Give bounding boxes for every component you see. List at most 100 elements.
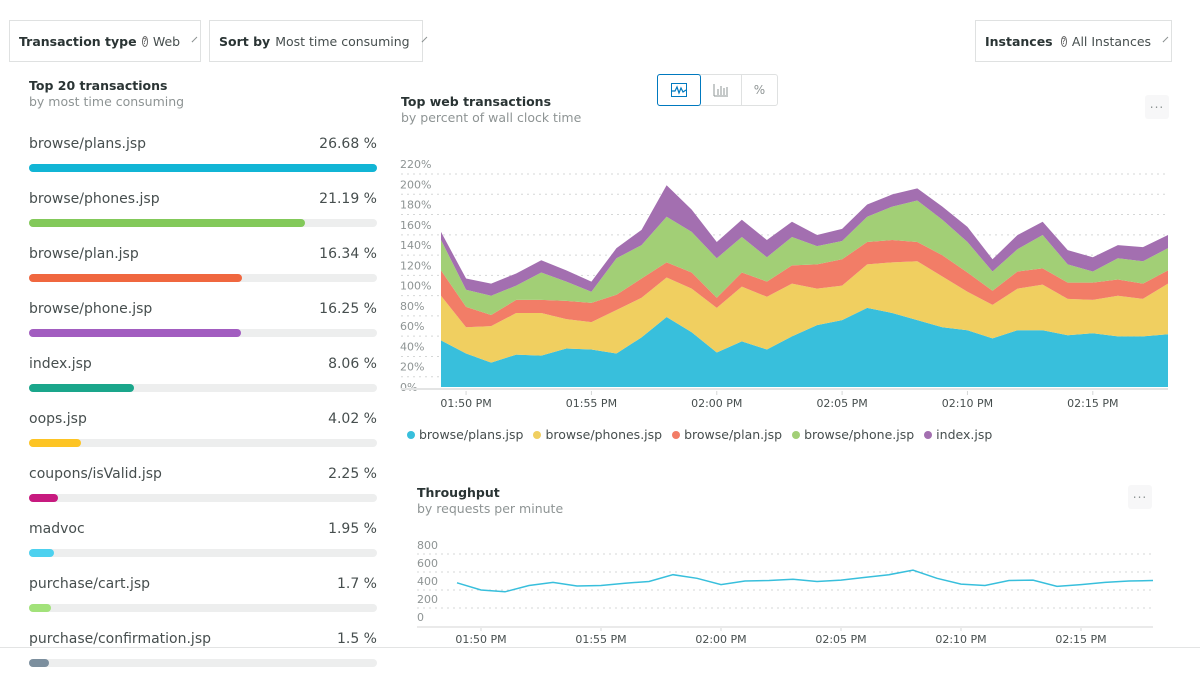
legend-dot-icon (672, 430, 681, 439)
chevron-down-icon (191, 36, 198, 42)
legend-item[interactable]: browse/phone.jsp (792, 427, 914, 442)
transaction-name[interactable]: coupons/isValid.jsp (29, 466, 162, 482)
throughput-line[interactable] (456, 569, 1154, 593)
transaction-percent: 1.5 % (336, 631, 377, 647)
sort-by-dropdown[interactable]: Sort by Most time consuming (209, 20, 427, 62)
transaction-row[interactable]: purchase/cart.jsp 1.7 % (29, 576, 377, 631)
transaction-bar-fill (29, 274, 243, 282)
y-tick-label: 800 (417, 539, 438, 552)
transaction-bar-track (29, 439, 377, 447)
transaction-bar-fill (29, 549, 55, 557)
transaction-name[interactable]: purchase/cart.jsp (29, 576, 150, 592)
transaction-name[interactable]: madvoc (29, 521, 85, 537)
transaction-percent: 8.06 % (328, 356, 377, 372)
bar-chart-icon (713, 84, 728, 97)
legend-item[interactable]: index.jsp (924, 427, 992, 442)
top-transactions-subtitle: by most time consuming (29, 94, 185, 109)
transaction-row[interactable]: coupons/isValid.jsp 2.25 % (29, 466, 377, 521)
legend-label: browse/plans.jsp (419, 427, 524, 442)
instances-value: All Instances (1071, 33, 1152, 49)
chart-view-toggle: % (657, 74, 778, 106)
transaction-row[interactable]: purchase/confirmation.jsp 1.5 % (29, 631, 377, 686)
y-tick-label: 180% (400, 199, 431, 212)
y-tick-label: 600 (417, 557, 438, 570)
transaction-name[interactable]: browse/plan.jsp (29, 246, 139, 262)
transaction-percent: 2.25 % (328, 466, 377, 482)
legend-item[interactable]: browse/phones.jsp (533, 427, 662, 442)
instances-dropdown[interactable]: Instances ? All Instances (975, 20, 1172, 62)
legend-label: browse/phone.jsp (804, 427, 915, 442)
transaction-bar-fill (29, 604, 52, 612)
transaction-name[interactable]: browse/phones.jsp (29, 191, 160, 207)
transaction-bar-track (29, 329, 377, 337)
chevron-down-icon (421, 36, 427, 42)
transaction-name[interactable]: index.jsp (29, 356, 92, 372)
y-tick-label: 40% (400, 340, 424, 353)
x-tick-label: 01:55 PM (575, 633, 626, 646)
sort-by-label: Sort by (219, 33, 271, 49)
bar-chart-view-button[interactable] (700, 75, 742, 105)
top-web-transactions-title: Top web transactions (401, 94, 552, 109)
transaction-name[interactable]: purchase/confirmation.jsp (29, 631, 211, 647)
transaction-row[interactable]: index.jsp 8.06 % (29, 356, 377, 411)
question-circle-icon[interactable]: ? (1060, 35, 1067, 47)
transaction-type-dropdown[interactable]: Transaction type ? Web (9, 20, 201, 62)
transaction-name[interactable]: oops.jsp (29, 411, 87, 427)
transaction-row[interactable]: browse/plans.jsp 26.68 % (29, 136, 377, 191)
y-tick-label: 0% (400, 381, 417, 394)
legend-item[interactable]: browse/plan.jsp (672, 427, 782, 442)
transaction-row[interactable]: browse/phones.jsp 21.19 % (29, 191, 377, 246)
divider (0, 647, 1200, 648)
legend-label: index.jsp (936, 427, 993, 442)
instances-label: Instances (985, 33, 1053, 49)
transaction-bar-track (29, 604, 377, 612)
y-tick-label: 100% (400, 280, 431, 293)
area-chart-icon (671, 83, 687, 97)
legend-dot-icon (792, 430, 801, 439)
transaction-percent: 26.68 % (319, 136, 377, 152)
question-circle-icon[interactable]: ? (141, 35, 148, 47)
transaction-type-label: Transaction type (19, 33, 137, 49)
top-web-transactions-subtitle: by percent of wall clock time (401, 110, 582, 125)
throughput-more-button[interactable]: ... (1128, 485, 1152, 509)
transaction-row[interactable]: madvoc 1.95 % (29, 521, 377, 576)
x-tick-label: 02:05 PM (815, 633, 866, 646)
y-tick-label: 120% (400, 259, 431, 272)
x-tick-label: 02:10 PM (935, 633, 986, 646)
transaction-percent: 16.34 % (319, 246, 377, 262)
transaction-bar-fill (29, 384, 135, 392)
transaction-row[interactable]: browse/phone.jsp 16.25 % (29, 301, 377, 356)
legend-dot-icon (407, 430, 415, 439)
transaction-row[interactable]: oops.jsp 4.02 % (29, 411, 377, 466)
transaction-bar-fill (29, 439, 82, 447)
top-transactions-panel: Top 20 transactions by most time consumi… (29, 78, 377, 667)
y-tick-label: 200% (400, 178, 431, 191)
x-tick-label: 02:10 PM (942, 397, 993, 410)
y-tick-label: 80% (400, 300, 424, 313)
x-tick-label: 02:00 PM (695, 633, 746, 646)
throughput-subtitle: by requests per minute (417, 501, 564, 516)
transaction-bar-track (29, 219, 377, 227)
transaction-type-value: Web (152, 33, 181, 49)
percent-view-button[interactable]: % (742, 75, 777, 105)
y-tick-label: 20% (400, 361, 424, 374)
area-chart-view-button[interactable] (657, 74, 701, 106)
transaction-bar-track (29, 659, 377, 667)
transaction-name[interactable]: browse/plans.jsp (29, 136, 146, 152)
transaction-bar-track (29, 164, 377, 172)
y-tick-label: 160% (400, 219, 431, 232)
y-tick-label: 140% (400, 239, 431, 252)
transaction-bar-fill (29, 219, 306, 227)
transaction-name[interactable]: browse/phone.jsp (29, 301, 152, 317)
throughput-title: Throughput (417, 485, 500, 500)
transaction-bar-track (29, 384, 377, 392)
x-tick-label: 01:50 PM (455, 633, 506, 646)
transaction-percent: 4.02 % (328, 411, 377, 427)
top-web-transactions-more-button[interactable]: ... (1145, 95, 1169, 119)
legend-label: browse/phones.jsp (545, 427, 663, 442)
legend-item[interactable]: browse/plans.jsp (407, 427, 523, 442)
y-tick-label: 400 (417, 575, 438, 588)
transaction-percent: 21.19 % (319, 191, 377, 207)
transaction-row[interactable]: browse/plan.jsp 16.34 % (29, 246, 377, 301)
legend-dot-icon (924, 430, 933, 439)
